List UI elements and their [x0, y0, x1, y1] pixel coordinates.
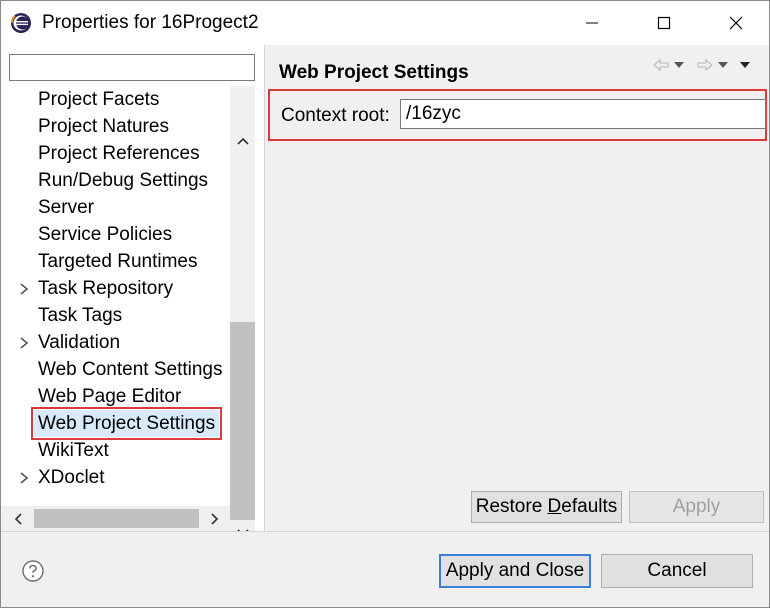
maximize-icon: [657, 16, 671, 30]
close-icon: [729, 16, 743, 30]
cancel-button[interactable]: Cancel: [601, 554, 753, 588]
horizontal-scroll-thumb[interactable]: [34, 509, 199, 528]
tree-item-label: Service Policies: [38, 224, 173, 245]
scroll-left-icon[interactable]: [7, 506, 29, 531]
tree-item-label: Task Tags: [38, 305, 123, 326]
tree-item-label: Web Project Settings: [30, 407, 223, 440]
tree-item-server[interactable]: Server: [1, 194, 229, 221]
back-dropdown-icon[interactable]: [672, 55, 686, 75]
tree-item-label: XDoclet: [38, 467, 105, 488]
restore-defaults-suffix: efaults: [561, 496, 618, 517]
preference-tree: Project Facets Project Natures Project R…: [1, 86, 229, 506]
context-root-group: Context root:: [268, 89, 767, 141]
tree-item-label: Web Page Editor: [38, 386, 182, 407]
context-root-label: Context root:: [281, 105, 390, 126]
help-icon[interactable]: [21, 559, 45, 583]
settings-page: Web Project Settings Context root: Resto…: [266, 45, 769, 531]
tree-item-label: Targeted Runtimes: [38, 251, 198, 272]
tree-item-label: Web Content Settings: [38, 359, 223, 380]
forward-arrow-icon[interactable]: [696, 55, 714, 75]
tree-item-label: WikiText: [38, 440, 109, 461]
minimize-button[interactable]: [569, 1, 615, 45]
tree-item-task-tags[interactable]: Task Tags: [1, 302, 229, 329]
tree-item-web-content-settings[interactable]: Web Content Settings: [1, 356, 229, 383]
close-button[interactable]: [713, 1, 759, 45]
tree-item-web-page-editor[interactable]: Web Page Editor: [1, 383, 229, 410]
vertical-scroll-thumb[interactable]: [230, 322, 255, 520]
tree-item-targeted-runtimes[interactable]: Targeted Runtimes: [1, 248, 229, 275]
tree-item-task-repository[interactable]: Task Repository: [1, 275, 229, 302]
apply-and-close-button[interactable]: Apply and Close: [439, 554, 591, 588]
chevron-right-icon[interactable]: [17, 275, 31, 302]
tree-item-label: Project References: [38, 143, 200, 164]
horizontal-scrollbar[interactable]: [1, 506, 230, 531]
tree-item-label: Run/Debug Settings: [38, 170, 209, 191]
view-menu-icon[interactable]: [738, 55, 752, 75]
tree-item-project-facets[interactable]: Project Facets: [1, 86, 229, 113]
apply-button[interactable]: Apply: [629, 491, 764, 523]
eclipse-icon: [11, 13, 31, 33]
tree-item-project-natures[interactable]: Project Natures: [1, 113, 229, 140]
tree-item-wikitext[interactable]: WikiText: [1, 437, 229, 464]
tree-item-label: Task Repository: [38, 278, 174, 299]
back-arrow-icon[interactable]: [652, 55, 670, 75]
page-title: Web Project Settings: [279, 62, 469, 83]
vertical-scrollbar[interactable]: [230, 86, 255, 546]
restore-defaults-button[interactable]: Restore Defaults: [471, 491, 622, 523]
tree-item-web-project-settings[interactable]: Web Project Settings: [1, 407, 229, 440]
page-navigation: [652, 55, 764, 75]
dialog-button-bar: Apply and Close Cancel: [1, 531, 769, 607]
title-bar: Properties for 16Progect2: [1, 1, 769, 45]
chevron-right-icon[interactable]: [17, 329, 31, 356]
scroll-right-icon[interactable]: [204, 506, 226, 531]
properties-dialog: Properties for 16Progect2 Project Facets…: [0, 0, 770, 608]
tree-item-label: Validation: [38, 332, 121, 353]
maximize-button[interactable]: [641, 1, 687, 45]
preference-tree-pane: Project Facets Project Natures Project R…: [1, 45, 265, 546]
filter-input[interactable]: [9, 54, 255, 81]
context-root-input[interactable]: [400, 99, 766, 129]
forward-dropdown-icon[interactable]: [716, 55, 730, 75]
tree-item-label: Project Facets: [38, 89, 160, 110]
chevron-right-icon[interactable]: [17, 464, 31, 491]
minimize-icon: [586, 22, 598, 24]
tree-item-service-policies[interactable]: Service Policies: [1, 221, 229, 248]
tree-item-label: Project Natures: [38, 116, 169, 137]
restore-defaults-prefix: Restore: [475, 496, 548, 517]
tree-item-validation[interactable]: Validation: [1, 329, 229, 356]
tree-item-xdoclet[interactable]: XDoclet: [1, 464, 229, 491]
window-title: Properties for 16Progect2: [42, 12, 259, 33]
scroll-up-icon[interactable]: [230, 128, 255, 154]
tree-item-label: Server: [38, 197, 94, 218]
tree-item-run-debug-settings[interactable]: Run/Debug Settings: [1, 167, 229, 194]
tree-item-project-references[interactable]: Project References: [1, 140, 229, 167]
restore-defaults-mnemonic: D: [547, 496, 562, 517]
